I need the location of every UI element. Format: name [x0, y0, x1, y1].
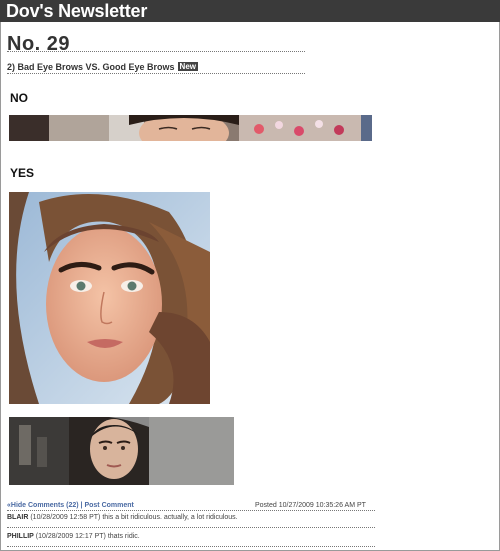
divider [7, 51, 305, 52]
good-brows-image [9, 192, 210, 404]
comment-meta: (10/28/2009 12:58 PT) [30, 514, 101, 521]
divider [7, 510, 375, 511]
comment-links: «Hide Comments (22) | Post Comment [7, 502, 134, 509]
comment-item: PHILLIP (10/28/2009 12:17 PT) thats ridi… [7, 533, 140, 540]
post-comment-link[interactable]: Post Comment [84, 502, 133, 509]
comment-author: BLAIR [7, 514, 29, 521]
second-good-brows-image [9, 417, 234, 485]
post-title-row: 2) Bad Eye Brows VS. Good Eye Brows New [7, 62, 198, 72]
comment-text: this a bit ridiculous. actually, a lot r… [102, 514, 238, 521]
comment-text: thats ridic. [107, 533, 140, 540]
posted-timestamp: Posted 10/27/2009 10:35:26 AM PT [255, 502, 366, 509]
divider [7, 546, 375, 547]
second-good-brows-photo [9, 417, 234, 485]
no-label: NO [10, 91, 28, 105]
divider [7, 73, 305, 74]
comment-meta: (10/28/2009 12:17 PT) [35, 533, 106, 540]
yes-label: YES [10, 166, 35, 180]
new-badge: New [177, 62, 198, 71]
bad-brows-image [9, 115, 372, 141]
comment-item: BLAIR (10/28/2009 12:58 PT) this a bit r… [7, 514, 238, 521]
newsletter-header: Dov's Newsletter [0, 0, 500, 22]
hide-comments-link[interactable]: «Hide Comments (22) [7, 502, 79, 509]
link-separator: | [80, 502, 83, 509]
good-brows-photo [9, 192, 210, 404]
issue-number: No. 29 [7, 33, 71, 55]
divider [7, 527, 375, 528]
comment-author: PHILLIP [7, 533, 34, 540]
post-title[interactable]: 2) Bad Eye Brows VS. Good Eye Brows [7, 62, 175, 72]
newsletter-title: Dov's Newsletter [6, 1, 148, 21]
bad-brows-photo [9, 115, 372, 141]
